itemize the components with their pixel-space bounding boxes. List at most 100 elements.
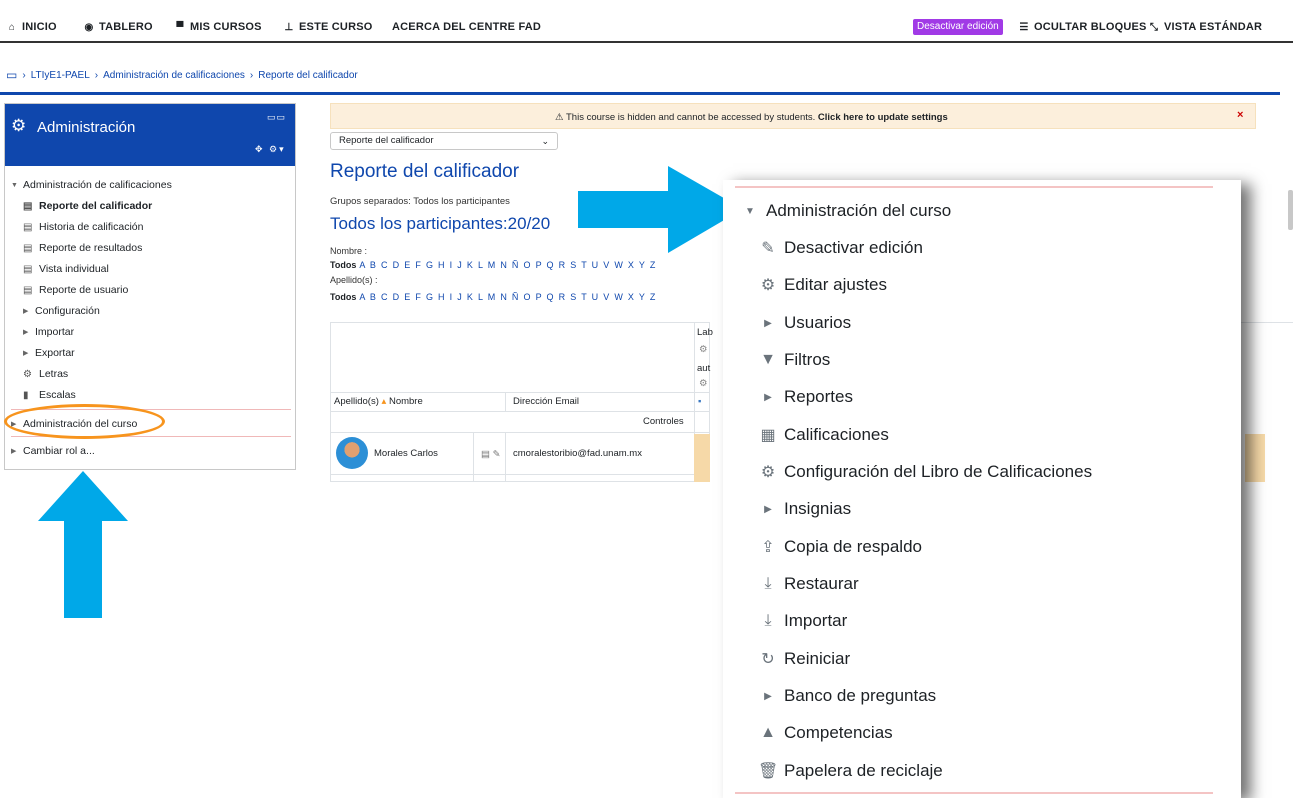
breadcrumb-course[interactable]: LTIyE1-PAEL <box>31 70 90 81</box>
nav-mis-cursos[interactable]: ▀ MIS CURSOS <box>174 21 262 33</box>
caret-right-icon: ▶ <box>23 350 29 357</box>
zoom-insignias[interactable]: ▶ Insignias <box>758 499 851 519</box>
zoom-editar-ajustes[interactable]: ⚙ Editar ajustes <box>758 275 887 295</box>
zoom-restaurar[interactable]: ⤓ Restaurar <box>758 574 858 594</box>
tree-configuracion[interactable]: ▶ Configuración <box>23 305 100 317</box>
desactivar-edicion-button[interactable]: Desactivar edición <box>913 19 1003 35</box>
tree-reporte-calificador[interactable]: ▤ Reporte del calificador <box>23 200 152 212</box>
zoom-reiniciar[interactable]: ↻ Reiniciar <box>758 649 850 669</box>
tree-admin-calificaciones[interactable]: ▼ Administración de calificaciones <box>11 179 172 191</box>
header-divider <box>0 92 1280 95</box>
filter-icon: ▼ <box>760 351 776 368</box>
tree-vista-individual[interactable]: ▤ Vista individual <box>23 263 109 275</box>
grade-cell[interactable] <box>1245 434 1265 482</box>
nav-este-curso[interactable]: ⊥ ESTE CURSO <box>283 21 373 33</box>
list-icon: ☰ <box>1019 21 1029 33</box>
zoom-papelera[interactable]: 🗑 Papelera de reciclaje <box>758 761 943 781</box>
table-icon: ▤ <box>23 263 33 275</box>
chevron-down-icon: ⌄ <box>541 136 549 146</box>
scrollbar[interactable] <box>1288 190 1293 230</box>
update-settings-link[interactable]: Click here to update settings <box>818 112 948 123</box>
controles-label: Controles <box>643 416 684 427</box>
vista-estandar-button[interactable]: ⤡ VISTA ESTÁNDAR <box>1148 21 1262 33</box>
caret-right-icon: ▶ <box>764 317 772 329</box>
caret-right-icon: ▶ <box>11 448 17 455</box>
zoom-banco-preguntas[interactable]: ▶ Banco de preguntas <box>758 686 936 706</box>
zoom-desactivar-edicion[interactable]: ✎ Desactivar edición <box>758 238 923 258</box>
zoom-competencias[interactable]: ▲ Competencias <box>758 723 893 743</box>
grade-item-header[interactable]: Lab <box>697 327 713 338</box>
admin-block-header: ⚙ Administración ▭▭ ✥ ⚙▾ <box>5 104 295 166</box>
caret-down-icon: ▼ <box>745 205 755 217</box>
caret-right-icon: ▶ <box>23 329 29 336</box>
block-collapse-icon[interactable]: ▭▭ <box>267 112 286 123</box>
breadcrumb-admin-calificaciones[interactable]: Administración de calificaciones <box>103 70 245 81</box>
breadcrumb-reporte[interactable]: Reporte del calificador <box>258 70 358 81</box>
report-selector[interactable]: Reporte del calificador ⌄ <box>330 132 558 150</box>
sort-email[interactable]: Dirección Email <box>513 396 579 407</box>
pencil-icon: ✎ <box>761 240 775 257</box>
student-name[interactable]: Morales Carlos <box>374 448 438 459</box>
grade-item-header[interactable]: aut <box>697 363 710 374</box>
report-icon[interactable]: ▤ ✎ <box>481 449 501 460</box>
grade-cell[interactable] <box>694 434 710 482</box>
home-icon: ⌂ <box>8 21 16 33</box>
zoom-reportes[interactable]: ▶ Reportes <box>758 387 853 407</box>
tree-letras[interactable]: ⚙ Letras <box>23 368 68 380</box>
caret-right-icon: ▶ <box>764 391 772 403</box>
graduation-cap-icon: ▀ <box>176 21 184 33</box>
nav-tablero[interactable]: ◉ TABLERO <box>83 21 153 33</box>
ocultar-bloques-button[interactable]: ☰ OCULTAR BLOQUES <box>1018 21 1147 33</box>
gear-icon[interactable]: ⚙ <box>699 344 708 355</box>
zoom-config-libro[interactable]: ⚙ Configuración del Libro de Calificacion… <box>758 462 1092 482</box>
group-label: Grupos separados: Todos los participante… <box>330 196 510 207</box>
page-title: Reporte del calificador <box>330 161 520 182</box>
avatar[interactable] <box>336 437 368 469</box>
caret-right-icon: ▶ <box>764 503 772 515</box>
edit-icon[interactable]: ▪ <box>698 396 701 407</box>
gear-icon[interactable]: ⚙ <box>699 378 708 389</box>
close-icon[interactable]: × <box>1237 109 1243 121</box>
dashboard-icon: ◉ <box>84 21 94 33</box>
tree-escalas[interactable]: ▮ Escalas <box>23 389 76 401</box>
gear-icon: ⚙ <box>760 464 776 481</box>
folder-icon[interactable]: ▭ <box>6 68 17 82</box>
nav-acerca[interactable]: ACERCA DEL CENTRE FAD <box>392 21 541 33</box>
apellido-filter-label: Apellido(s) : <box>330 275 378 285</box>
zoom-importar[interactable]: ⤓ Importar <box>758 611 847 631</box>
zoom-usuarios[interactable]: ▶ Usuarios <box>758 313 851 333</box>
sort-asc-icon: ▴ <box>381 396 387 407</box>
table-icon: ▤ <box>23 200 33 212</box>
nav-inicio[interactable]: ⌂ INICIO <box>6 21 57 33</box>
tree-resultados[interactable]: ▤ Reporte de resultados <box>23 242 142 254</box>
tree-historia[interactable]: ▤ Historia de calificación <box>23 221 143 233</box>
nombre-letter-filter[interactable]: Todos A B C D E F G H I J K L M N Ñ O P Q… <box>330 260 657 270</box>
sitemap-icon: ⊥ <box>284 21 294 33</box>
zoom-calificaciones[interactable]: ▦ Calificaciones <box>758 425 888 445</box>
download-icon: ⤓ <box>764 612 772 629</box>
tree-reporte-usuario[interactable]: ▤ Reporte de usuario <box>23 284 128 296</box>
sort-apellido[interactable]: Apellido(s) ▴ Nombre <box>334 396 423 407</box>
apellido-letter-filter[interactable]: Todos A B C D E F G H I J K L M N Ñ O P Q… <box>330 292 657 302</box>
tree-exportar[interactable]: ▶ Exportar <box>23 347 75 359</box>
zoom-admin-curso[interactable]: ▼ Administración del curso <box>740 201 951 221</box>
bar-chart-icon: ▮ <box>23 389 29 401</box>
warning-icon: ⚠ <box>555 112 564 123</box>
tree-importar[interactable]: ▶ Importar <box>23 326 74 338</box>
block-move-settings-icon[interactable]: ✥ ⚙▾ <box>255 144 286 155</box>
zoom-filtros[interactable]: ▼ Filtros <box>758 350 830 370</box>
compress-icon: ⤡ <box>1149 21 1159 33</box>
table-icon: ▤ <box>23 221 33 233</box>
admin-block-title: Administración <box>37 119 136 136</box>
zoom-copia-respaldo[interactable]: ⇪ Copia de respaldo <box>758 537 922 557</box>
tree-cambiar-rol[interactable]: ▶ Cambiar rol a... <box>11 445 95 457</box>
table-icon: ▤ <box>23 284 33 296</box>
trash-icon: 🗑 <box>758 763 779 780</box>
upload-icon: ⇪ <box>761 539 775 556</box>
caret-right-icon: ▶ <box>764 690 772 702</box>
download-icon: ⤓ <box>764 575 772 592</box>
competencies-icon: ▲ <box>760 724 776 741</box>
cogs-icon: ⚙ <box>11 116 27 135</box>
student-email: cmoralestoribio@fad.unam.mx <box>513 448 642 459</box>
highlight-oval <box>4 404 165 439</box>
